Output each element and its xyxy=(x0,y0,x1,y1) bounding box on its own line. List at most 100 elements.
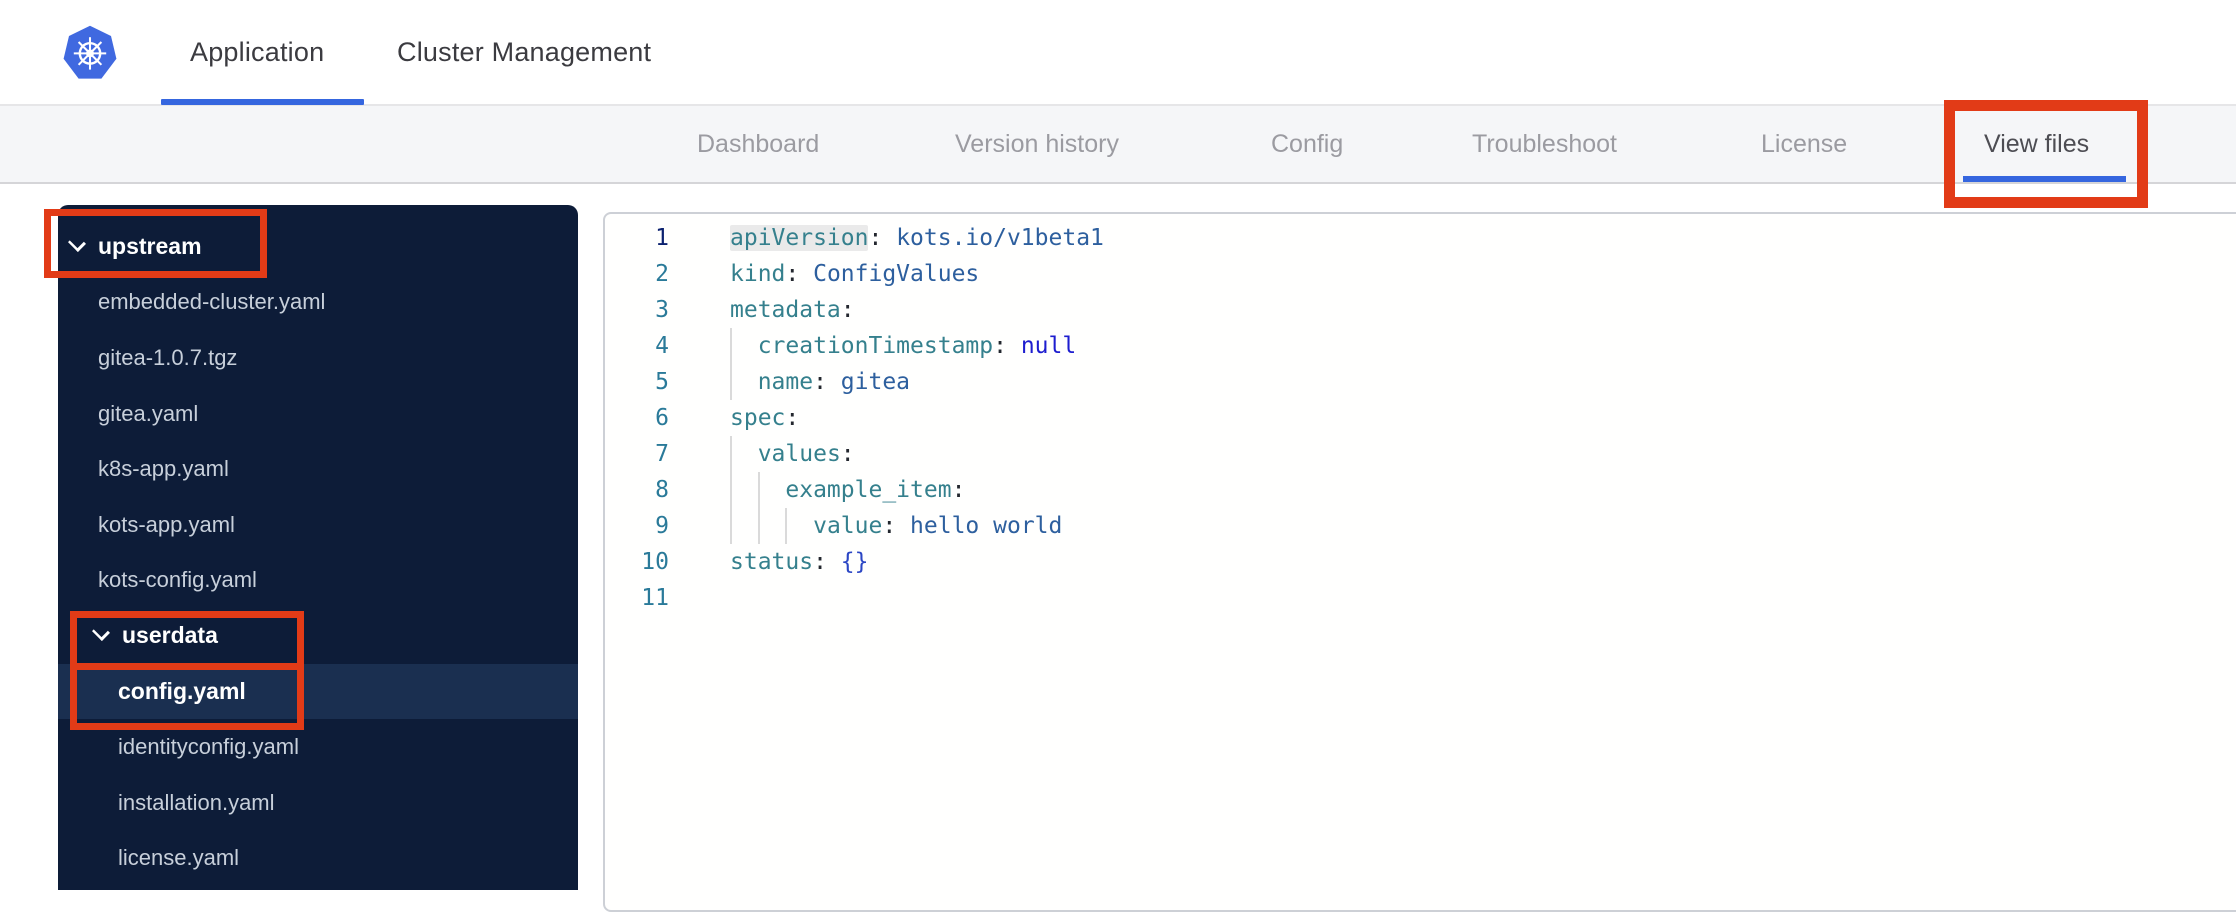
code-line-8[interactable]: 8 example_item: xyxy=(605,472,2236,508)
folder-label: userdata xyxy=(122,622,218,649)
code-text: name: gitea xyxy=(730,364,910,400)
token-key: example_item xyxy=(785,477,952,503)
token-key: apiVersion xyxy=(730,225,869,251)
code-text: value: hello world xyxy=(730,508,1062,544)
code-line-3[interactable]: 3 metadata: xyxy=(605,292,2236,328)
line-number: 10 xyxy=(641,549,669,575)
code-line-11[interactable]: 11 xyxy=(605,580,2236,616)
token-key: kind xyxy=(730,261,786,287)
indent-guide xyxy=(757,508,760,544)
file-label: config.yaml xyxy=(118,678,246,705)
tree-folder-userdata[interactable]: userdata xyxy=(58,608,578,664)
line-number: 4 xyxy=(655,333,669,359)
token-key: metadata xyxy=(730,297,841,323)
chevron-down-icon xyxy=(91,622,111,641)
token-p: : xyxy=(813,369,841,395)
tree-file-gitea-1-0-7-tgz[interactable]: gitea-1.0.7.tgz xyxy=(58,330,578,386)
code-line-5[interactable]: 5 name: gitea xyxy=(605,364,2236,400)
token-p xyxy=(730,441,758,467)
nav-tab-dashboard[interactable]: Dashboard xyxy=(697,106,819,182)
token-p: : xyxy=(882,513,911,539)
file-label: gitea-1.0.7.tgz xyxy=(98,344,238,370)
indent-guide xyxy=(757,472,760,508)
token-p: : xyxy=(868,225,897,251)
token-key: name xyxy=(757,369,814,395)
token-val: kots.io/v1beta1 xyxy=(896,225,1104,251)
kubernetes-logo-icon xyxy=(63,25,117,79)
chevron-down-icon xyxy=(67,233,87,252)
line-number: 6 xyxy=(655,405,669,431)
token-key: values xyxy=(757,441,841,467)
token-key: value xyxy=(813,513,883,539)
file-label: installation.yaml xyxy=(118,789,275,815)
token-br: {} xyxy=(840,549,869,575)
tree-file-installation-yaml[interactable]: installation.yaml xyxy=(58,775,578,831)
line-number: 11 xyxy=(641,585,669,611)
code-line-9[interactable]: 9 value: hello world xyxy=(605,508,2236,544)
line-number: 1 xyxy=(655,225,669,251)
code-lines: 1 apiVersion: kots.io/v1beta1 2 kind: Confi… xyxy=(605,220,2236,616)
tree-folder-upstream[interactable]: upstream xyxy=(58,219,578,275)
code-text: values: xyxy=(730,436,855,472)
file-label: kots-app.yaml xyxy=(98,511,235,537)
code-text: metadata: xyxy=(730,292,855,328)
file-contents-editor[interactable]: 1 apiVersion: kots.io/v1beta1 2 kind: Confi… xyxy=(603,212,2236,912)
nav-tab-troubleshoot[interactable]: Troubleshoot xyxy=(1472,106,1617,182)
file-tree: upstream embedded-cluster.yaml gitea-1.0.7… xyxy=(58,219,578,886)
code-text: creationTimestamp: null xyxy=(730,328,1076,364)
code-text: kind: ConfigValues xyxy=(730,256,979,292)
tree-file-gitea-yaml[interactable]: gitea.yaml xyxy=(58,386,578,442)
token-val: ConfigValues xyxy=(813,261,980,287)
token-p: : xyxy=(785,405,800,431)
nav-tab-config[interactable]: Config xyxy=(1271,106,1343,182)
code-line-10[interactable]: 10 status: {} xyxy=(605,544,2236,580)
tree-file-license-yaml[interactable]: license.yaml xyxy=(58,831,578,887)
tree-file-embedded-cluster-yaml[interactable]: embedded-cluster.yaml xyxy=(58,275,578,331)
token-p: : xyxy=(785,261,814,287)
tree-file-config-yaml[interactable]: config.yaml xyxy=(58,663,578,720)
token-p: : xyxy=(993,333,1021,359)
token-p xyxy=(730,513,813,539)
tree-file-identityconfig-yaml[interactable]: identityconfig.yaml xyxy=(58,719,578,775)
file-tree-sidebar: upstream embedded-cluster.yaml gitea-1.0.7… xyxy=(58,205,578,890)
top-bar: Application Cluster Management xyxy=(0,0,2236,106)
nav-tab-view-files[interactable]: View files xyxy=(1984,106,2089,182)
nav-tab-version-history[interactable]: Version history xyxy=(955,106,1119,182)
line-number: 7 xyxy=(655,441,669,467)
file-label: gitea.yaml xyxy=(98,400,199,426)
code-text: spec: xyxy=(730,400,799,436)
tab-application[interactable]: Application xyxy=(190,0,324,104)
token-p xyxy=(730,369,758,395)
code-line-1[interactable]: 1 apiVersion: kots.io/v1beta1 xyxy=(605,220,2236,256)
line-number: 3 xyxy=(655,297,669,323)
indent-guide xyxy=(730,472,732,508)
token-val: gitea xyxy=(840,369,911,395)
token-p xyxy=(730,333,758,359)
line-number: 2 xyxy=(655,261,669,287)
app-subnav: Dashboard Version history Config Troublesho… xyxy=(0,106,2236,184)
code-text: example_item: xyxy=(730,472,965,508)
tab-cluster-management[interactable]: Cluster Management xyxy=(397,0,651,104)
code-line-6[interactable]: 6 spec: xyxy=(605,400,2236,436)
token-key: creationTimestamp xyxy=(757,333,994,359)
view-files-active-underline xyxy=(1963,176,2126,182)
token-val: hello world xyxy=(910,513,1063,539)
tree-file-kots-app-yaml[interactable]: kots-app.yaml xyxy=(58,497,578,553)
code-text: status: {} xyxy=(730,544,869,580)
file-label: embedded-cluster.yaml xyxy=(98,289,326,315)
token-key: status xyxy=(730,549,814,575)
indent-guide xyxy=(730,328,732,364)
line-number: 5 xyxy=(655,369,669,395)
code-line-7[interactable]: 7 values: xyxy=(605,436,2236,472)
file-label: license.yaml xyxy=(118,845,240,871)
code-text: apiVersion: kots.io/v1beta1 xyxy=(730,220,1104,256)
code-line-4[interactable]: 4 creationTimestamp: null xyxy=(605,328,2236,364)
line-number: 9 xyxy=(655,513,669,539)
file-label: k8s-app.yaml xyxy=(98,456,229,482)
nav-tab-license[interactable]: License xyxy=(1761,106,1847,182)
tree-file-k8s-app-yaml[interactable]: k8s-app.yaml xyxy=(58,441,578,497)
indent-guide xyxy=(730,364,732,400)
file-label: kots-config.yaml xyxy=(98,567,257,593)
code-line-2[interactable]: 2 kind: ConfigValues xyxy=(605,256,2236,292)
tree-file-kots-config-yaml[interactable]: kots-config.yaml xyxy=(58,553,578,609)
